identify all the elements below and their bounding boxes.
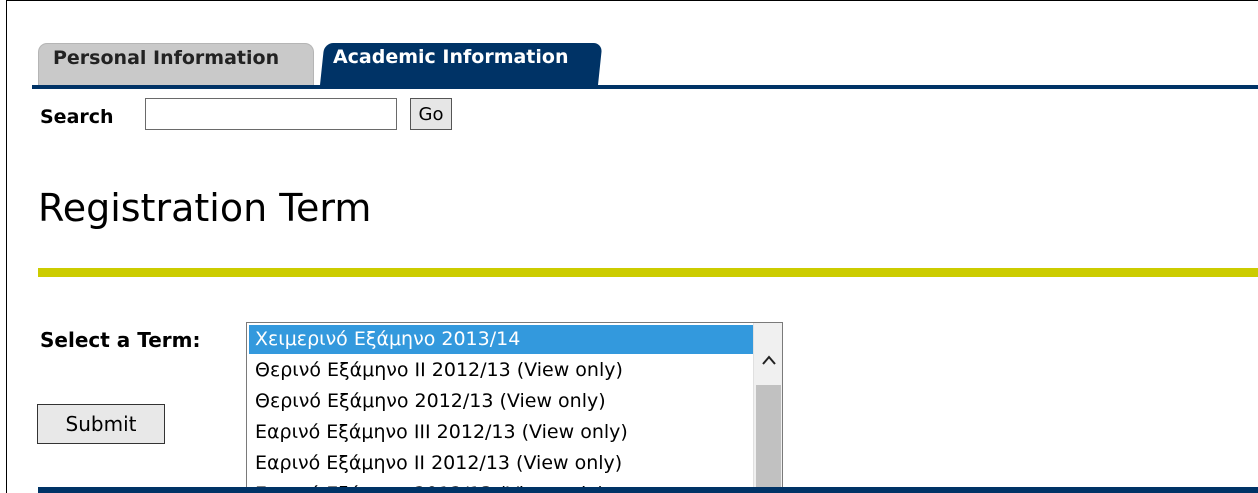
bottom-divider: [38, 487, 1258, 493]
term-option[interactable]: Χειμερινό Εξάμηνο 2013/14: [249, 325, 753, 354]
term-option[interactable]: Θερινό Εξάμηνο 2012/13 (View only): [249, 387, 753, 416]
tab-academic-information[interactable]: Academic Information: [320, 43, 603, 85]
scroll-up-button[interactable]: [754, 343, 782, 383]
page-frame-left: [6, 0, 7, 493]
tab-academic-information-label: Academic Information: [332, 46, 569, 68]
select-term-label: Select a Term:: [40, 328, 201, 352]
term-option[interactable]: Εαρινό Εξάμηνο ΙΙΙ 2012/13 (View only): [249, 418, 753, 447]
tab-personal-information-label: Personal Information: [53, 47, 280, 69]
submit-button[interactable]: Submit: [37, 404, 165, 444]
tab-personal-information[interactable]: Personal Information: [38, 43, 314, 85]
page-frame-top: [6, 0, 1258, 1]
page-title: Registration Term: [38, 186, 372, 230]
tab-bar: Personal Information Academic Informatio…: [32, 40, 1258, 89]
scrollbar-thumb[interactable]: [756, 385, 781, 492]
term-option[interactable]: Εαρινό Εξάμηνο ΙΙ 2012/13 (View only): [249, 449, 753, 478]
search-input[interactable]: [145, 98, 397, 130]
term-option[interactable]: Θερινό Εξάμηνο ΙΙ 2012/13 (View only): [249, 356, 753, 385]
tab-bar-underline: [32, 85, 1258, 89]
term-list-scrollbar[interactable]: [753, 323, 782, 492]
term-listbox[interactable]: Χειμερινό Εξάμηνο 2013/14 Θερινό Εξάμηνο…: [246, 322, 783, 493]
title-divider: [38, 268, 1258, 277]
search-label: Search: [40, 106, 114, 128]
chevron-up-icon: [761, 355, 776, 365]
go-button[interactable]: Go: [410, 98, 452, 130]
